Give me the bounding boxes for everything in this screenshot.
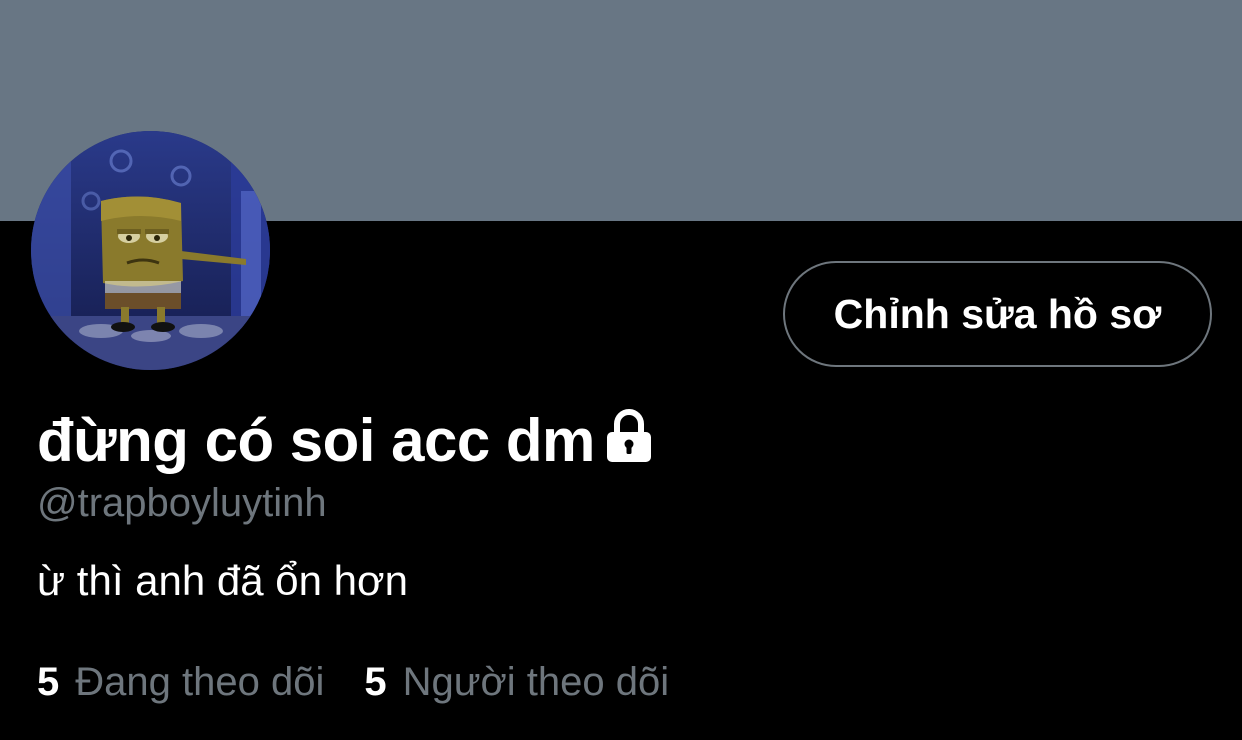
profile-name-row: đừng có soi acc dm (37, 404, 653, 476)
followers-stat[interactable]: 5 Người theo dõi (364, 660, 669, 705)
edit-profile-button[interactable]: Chỉnh sửa hồ sơ (783, 261, 1212, 367)
profile-page: Chỉnh sửa hồ sơ đừng có soi acc dm @trap… (0, 0, 1242, 740)
following-stat[interactable]: 5 Đang theo dõi (37, 660, 324, 705)
follow-stats: 5 Đang theo dõi 5 Người theo dõi (37, 660, 669, 705)
following-count: 5 (37, 660, 60, 704)
avatar-image (31, 131, 270, 370)
following-label: Đang theo dõi (75, 660, 325, 704)
followers-label: Người theo dõi (402, 660, 670, 704)
followers-count: 5 (364, 660, 387, 704)
avatar[interactable] (31, 131, 270, 370)
lock-icon (605, 408, 653, 464)
display-name: đừng có soi acc dm (37, 406, 595, 474)
user-handle: @trapboyluytinh (37, 481, 327, 525)
profile-bio: ừ thì anh đã ổn hơn (37, 557, 408, 604)
